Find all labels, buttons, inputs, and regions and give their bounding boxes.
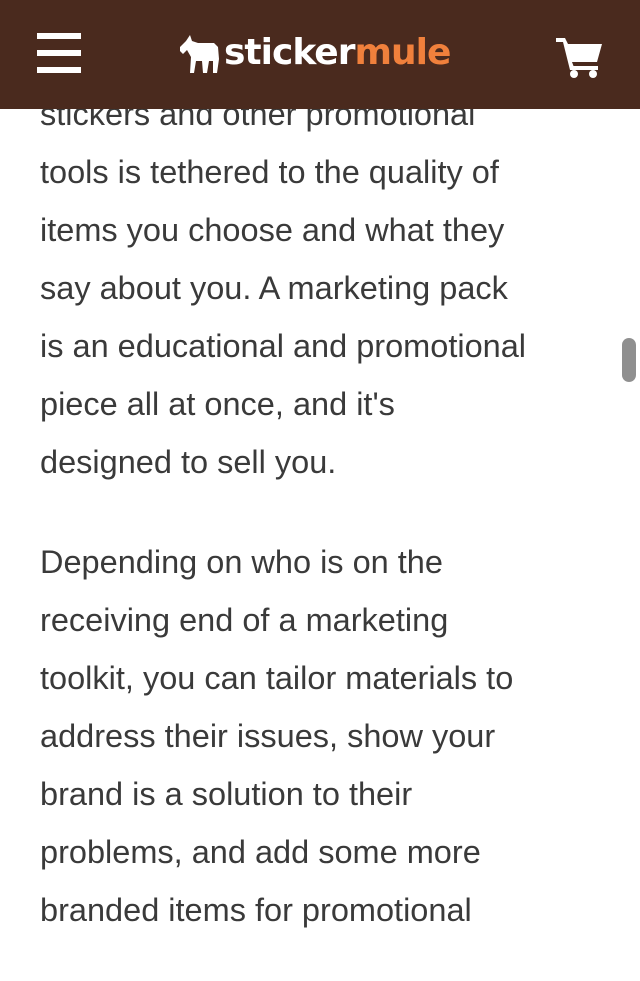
site-header: stickermule <box>0 0 640 109</box>
article-paragraph-1: stickers and other promotional tools is … <box>40 96 527 480</box>
logo-text-mule: mule <box>354 32 451 73</box>
article-content: stickers and other promotional tools is … <box>40 85 605 981</box>
logo-text-sticker: sticker <box>224 32 355 73</box>
scrollbar-thumb[interactable] <box>622 338 636 382</box>
article-paragraph-2: Depending on who is on the receiving end… <box>40 544 514 928</box>
sticker-mule-logo[interactable]: stickermule <box>178 28 451 78</box>
logo-wordmark: stickermule <box>224 28 451 78</box>
shopping-cart-icon[interactable] <box>556 36 604 78</box>
menu-bar <box>37 50 81 56</box>
cart-glyph <box>556 38 602 78</box>
menu-bar <box>37 33 81 39</box>
menu-bar <box>37 67 81 73</box>
mule-icon <box>180 35 219 73</box>
hamburger-menu-icon[interactable] <box>37 33 81 73</box>
